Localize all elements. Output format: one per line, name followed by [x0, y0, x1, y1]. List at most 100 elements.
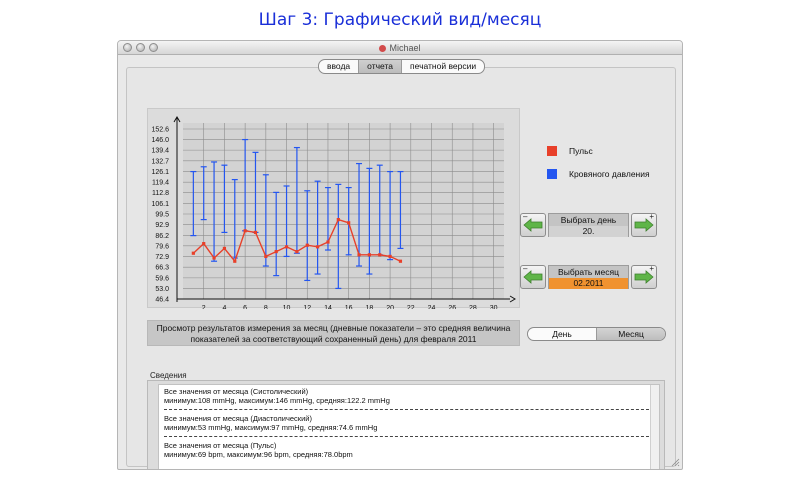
- day-selector[interactable]: Выбрать день 20.: [548, 213, 629, 237]
- x-tick-label: 4: [222, 305, 226, 309]
- y-tick-label: 139.4: [151, 148, 169, 155]
- pulse-point: [336, 218, 340, 222]
- y-tick-label: 86.2: [155, 233, 169, 240]
- pulse-point: [253, 230, 258, 235]
- x-tick-label: 16: [345, 305, 353, 309]
- x-tick-label: 18: [365, 305, 373, 309]
- y-tick-label: 99.5: [155, 212, 169, 219]
- pulse-point: [233, 259, 237, 263]
- window-title-text: Michael: [389, 43, 421, 53]
- view-month-button[interactable]: Месяц: [596, 328, 665, 340]
- x-tick-label: 2: [202, 305, 206, 309]
- view-tabs: ввода отчета печатной версии: [318, 59, 486, 74]
- app-window: Michael 46.4 53.0 59.6 66.3 72.9 79.6 86.2 92.9…: [117, 40, 683, 470]
- x-tick-label: 6: [243, 305, 247, 309]
- pulse-point: [378, 253, 382, 257]
- pulse-point: [274, 250, 278, 254]
- report-panel: 46.4 53.0 59.6 66.3 72.9 79.6 86.2 92.9 99.5 106.…: [126, 67, 676, 469]
- info-separator: [164, 436, 654, 437]
- info-frame: Все значения от месяца (Систолический) м…: [147, 380, 665, 469]
- y-tick-label: 92.9: [155, 222, 169, 229]
- title-bar[interactable]: Michael: [118, 41, 682, 55]
- document-icon: [379, 45, 387, 52]
- pressure-swatch: [547, 169, 557, 179]
- view-day-button[interactable]: День: [528, 328, 596, 340]
- info-pulse-title: Все значения от месяца (Пульс): [164, 441, 277, 450]
- info-block-diastolic: Все значения от месяца (Диастолический) …: [164, 414, 654, 432]
- info-systolic-title: Все значения от месяца (Систолический): [164, 387, 309, 396]
- pulse-point: [326, 240, 330, 244]
- legend-pulse-label: Пульс: [569, 146, 593, 156]
- x-tick-label: 12: [303, 305, 311, 309]
- info-block-systolic: Все значения от месяца (Систолический) м…: [164, 387, 654, 405]
- pulse-point: [357, 253, 361, 257]
- info-group-label: Сведения: [150, 371, 187, 380]
- y-tick-label: 53.0: [155, 286, 169, 293]
- info-text-area[interactable]: Все значения от месяца (Систолический) м…: [158, 384, 660, 469]
- x-tick-label: 24: [428, 305, 436, 309]
- y-tick-label: 119.4: [152, 180, 169, 187]
- pulse-point: [305, 243, 309, 247]
- pulse-point: [202, 242, 206, 246]
- legend-pressure-label: Кровяного давления: [569, 169, 650, 179]
- pulse-point: [347, 221, 351, 225]
- x-tick-label: 26: [448, 305, 456, 309]
- month-selector-label: Выбрать месяц: [549, 266, 628, 278]
- y-tick-label: 59.6: [155, 275, 169, 282]
- y-tick-label: 112.8: [152, 190, 169, 197]
- pulse-point: [316, 245, 320, 249]
- y-tick-label: 72.9: [155, 254, 169, 261]
- pulse-point: [398, 259, 403, 263]
- y-tick-label: 46.4: [155, 297, 169, 304]
- info-systolic-detail: минимум:108 mmHg, максимум:146 mmHg, сре…: [164, 396, 390, 405]
- x-axis-arrow: [509, 295, 516, 303]
- info-diastolic-detail: минимум:53 mmHg, максимум:97 mmHg, средн…: [164, 423, 378, 432]
- next-month-button[interactable]: +: [631, 265, 657, 289]
- month-selector[interactable]: Выбрать месяц 02.2011: [548, 265, 629, 289]
- chart-description: Просмотр результатов измерения за месяц …: [147, 320, 520, 346]
- legend-pulse: Пульс: [547, 146, 593, 156]
- y-tick-label: 106.1: [151, 201, 169, 208]
- plot-background: [183, 123, 504, 299]
- tab-input[interactable]: ввода: [319, 60, 360, 73]
- tab-print[interactable]: печатной версии: [402, 60, 484, 73]
- pulse-point: [367, 253, 371, 257]
- info-scrollbar[interactable]: [650, 385, 659, 469]
- resize-grip-icon[interactable]: [670, 457, 680, 467]
- pulse-point: [295, 250, 299, 254]
- x-tick-label: 14: [324, 305, 332, 309]
- prev-day-button[interactable]: –: [520, 213, 546, 237]
- y-tick-label: 132.7: [151, 158, 169, 165]
- x-tick-label: 28: [469, 305, 477, 309]
- pulse-swatch: [547, 146, 557, 156]
- pulse-point: [264, 254, 268, 259]
- x-tick-label: 20: [386, 305, 394, 309]
- x-tick-label: 10: [283, 305, 291, 309]
- window-title: Michael: [118, 41, 682, 55]
- month-selector-value: 02.2011: [549, 278, 628, 289]
- tab-report[interactable]: отчета: [359, 60, 403, 73]
- y-tick-label: 126.1: [151, 169, 169, 176]
- day-selector-value: 20.: [549, 226, 628, 237]
- info-diastolic-title: Все значения от месяца (Диастолический): [164, 414, 312, 423]
- pulse-point: [222, 246, 227, 251]
- info-separator: [164, 409, 654, 410]
- day-selector-label: Выбрать день: [549, 214, 628, 226]
- x-tick-label: 8: [264, 305, 268, 309]
- pulse-point: [388, 254, 392, 259]
- pulse-point: [243, 229, 247, 233]
- legend-pressure: Кровяного давления: [547, 169, 650, 179]
- info-block-pulse: Все значения от месяца (Пульс) минимум:6…: [164, 441, 654, 459]
- next-day-button[interactable]: +: [631, 213, 657, 237]
- y-tick-label: 152.6: [151, 127, 169, 134]
- y-tick-label: 146.0: [151, 137, 169, 144]
- pulse-point: [191, 251, 195, 255]
- prev-month-button[interactable]: –: [520, 265, 546, 289]
- pulse-point: [212, 256, 216, 260]
- view-toggle: День Месяц: [527, 327, 666, 341]
- pulse-point: [284, 245, 289, 249]
- info-pulse-detail: минимум:69 bpm, максимум:96 bpm, средняя…: [164, 450, 353, 459]
- x-tick-label: 22: [407, 305, 415, 309]
- y-tick-label: 79.6: [155, 243, 169, 250]
- y-tick-label: 66.3: [155, 265, 169, 272]
